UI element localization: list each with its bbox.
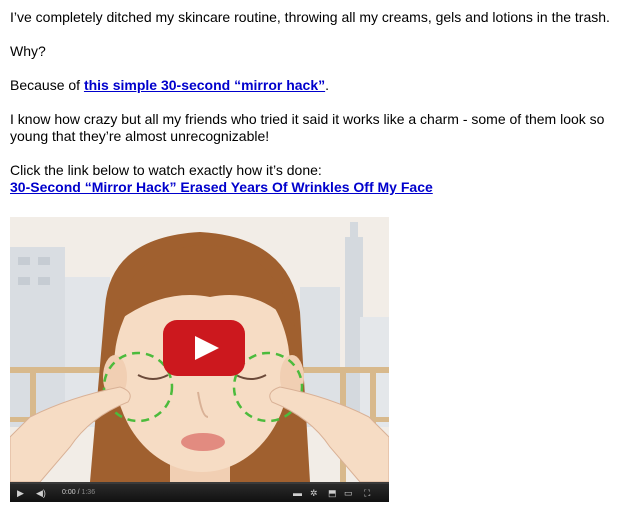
control-play-icon[interactable]: ▶ <box>17 487 24 499</box>
volume-icon[interactable]: ◀) <box>36 487 46 499</box>
time-display: 0:00 / 1:36 <box>62 489 96 496</box>
fullscreen-icon[interactable]: ⛶ <box>364 487 370 499</box>
article-body: I’ve completely ditched my skincare rout… <box>10 9 636 196</box>
video-player[interactable]: ▶ ◀) 0:00 / 1:36 ▬ ✲ ⬒ ▭ ⛶ <box>10 217 389 502</box>
paragraph-because: Because of this simple 30-second “mirror… <box>10 77 636 94</box>
gear-icon[interactable]: ✲ <box>310 487 318 499</box>
play-icon <box>163 320 245 376</box>
play-button[interactable] <box>163 320 245 376</box>
video-control-bar: ▶ ◀) 0:00 / 1:36 ▬ ✲ ⬒ ▭ ⛶ <box>10 482 389 502</box>
paragraph-friends: I know how crazy but all my friends who … <box>10 111 605 144</box>
paragraph-intro: I’ve completely ditched my skincare rout… <box>10 9 610 25</box>
current-time: 0:00 <box>62 489 76 496</box>
mirror-hack-link[interactable]: this simple 30-second “mirror hack” <box>84 77 325 93</box>
because-prefix: Because of <box>10 77 84 93</box>
wrinkles-headline-link[interactable]: 30-Second “Mirror Hack” Erased Years Of … <box>10 179 433 195</box>
headline-link-wrap: 30-Second “Mirror Hack” Erased Years Of … <box>10 179 636 196</box>
popout-icon[interactable]: ⬒ <box>328 487 337 499</box>
because-suffix: . <box>325 77 330 93</box>
captions-icon[interactable]: ▬ <box>293 487 302 499</box>
total-time: 1:36 <box>81 489 96 496</box>
paragraph-click-below: Click the link below to watch exactly ho… <box>10 162 322 178</box>
theater-mode-icon[interactable]: ▭ <box>344 487 353 499</box>
paragraph-why: Why? <box>10 43 46 59</box>
